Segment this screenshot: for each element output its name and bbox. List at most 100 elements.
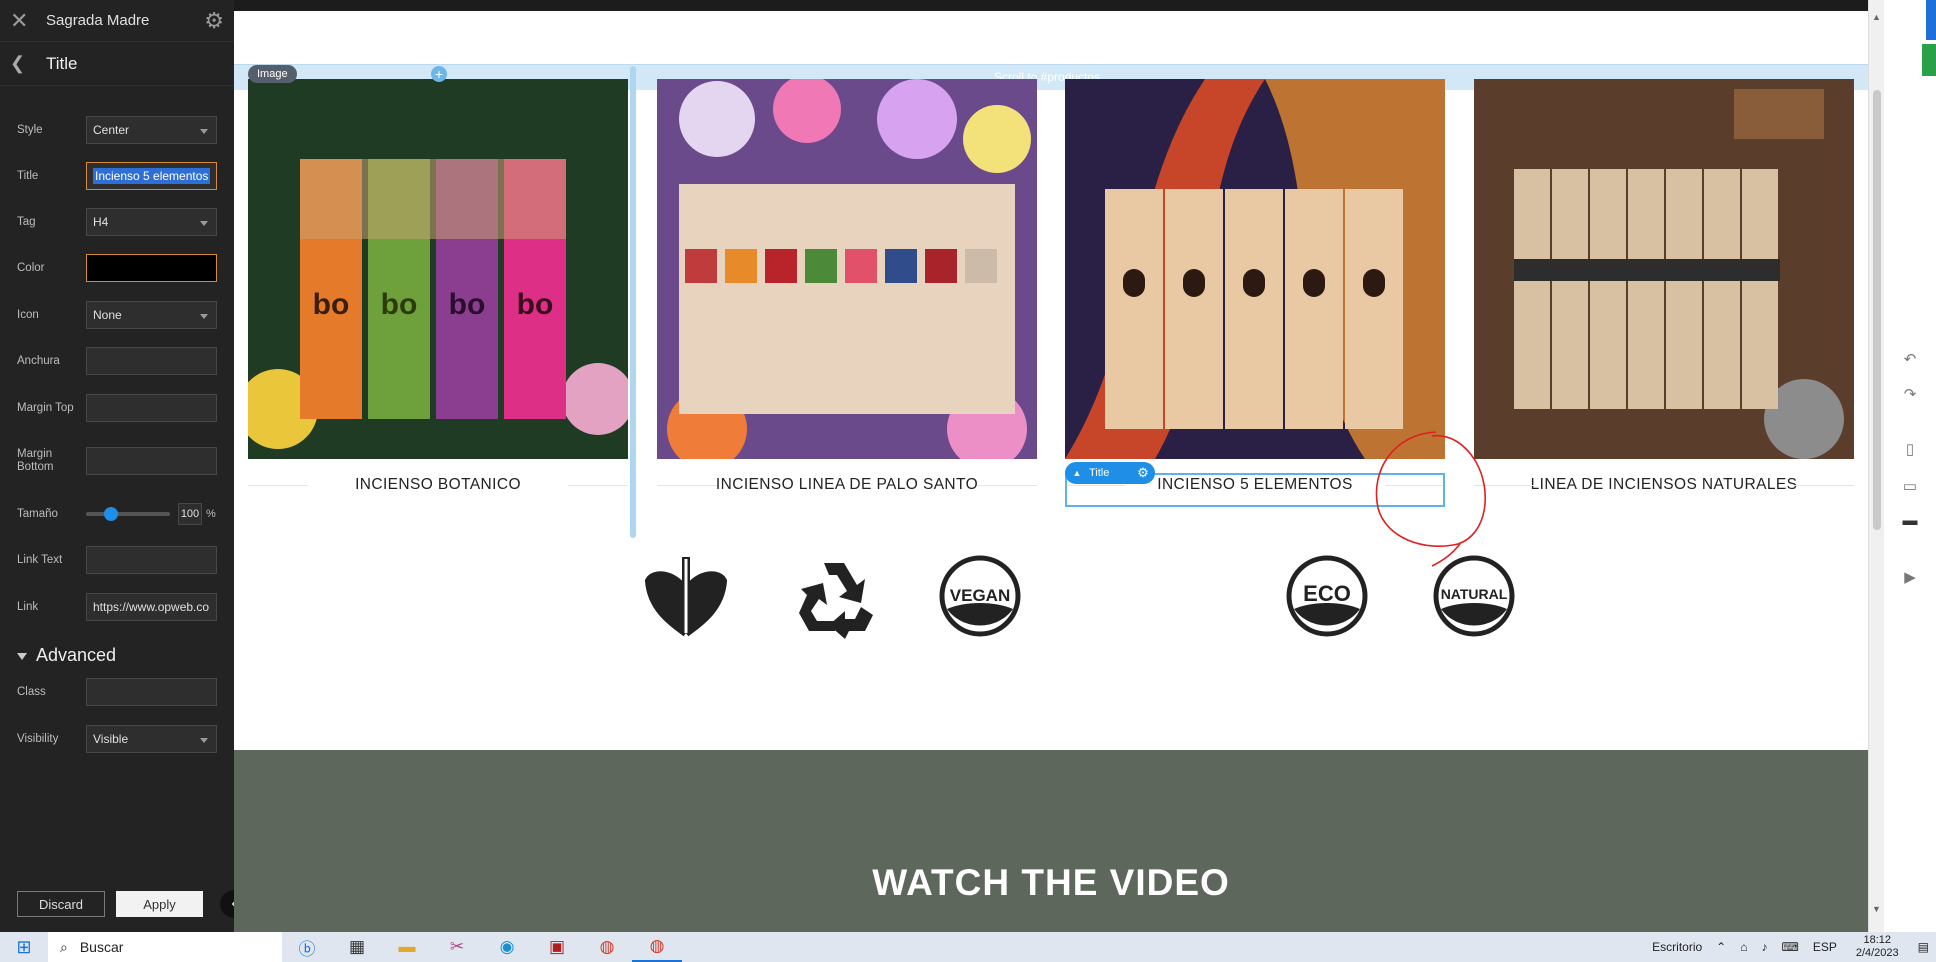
natural-badge-text: NATURAL (1441, 586, 1508, 602)
link-row: Link https://www.opweb.co (17, 592, 217, 622)
gear-icon[interactable]: ⚙ (204, 8, 224, 34)
undo-icon[interactable]: ↶ (1900, 350, 1920, 370)
margin-top-label: Margin Top (17, 401, 74, 414)
slider-knob[interactable] (103, 507, 118, 521)
language-label[interactable]: ESP (1813, 940, 1837, 954)
tag-label: Tag (17, 215, 36, 228)
product-title-4[interactable]: LINEA DE INCIENSOS NATURALES (1474, 476, 1854, 494)
svg-text:bo: bo (449, 288, 486, 321)
desktop-label[interactable]: Escritorio (1652, 940, 1702, 954)
color-swatch[interactable] (86, 254, 217, 282)
natural-badge: NATURAL (1429, 551, 1519, 641)
vegan-badge: VEGAN (935, 551, 1025, 641)
eco-badge: ECO (1282, 551, 1372, 641)
product-image-5-elementos[interactable] (1065, 79, 1445, 459)
windows-taskbar: ⊞ ⌕ Buscar ⓑ ▦ ▬ ✂ ◉ ▣ ◍ ◍ Escritorio ⌃ ⌂… (0, 932, 1936, 962)
windows-start-icon[interactable]: ⊞ (0, 937, 48, 958)
play-icon[interactable]: ▶ (1900, 568, 1920, 588)
class-row: Class (17, 677, 217, 707)
product-image-botanico[interactable]: bo bo bo bo (248, 79, 628, 459)
bing-icon[interactable]: ⓑ (282, 932, 332, 962)
link-text-label: Link Text (17, 553, 63, 566)
scrollbar-thumb[interactable] (1873, 90, 1881, 530)
add-column-icon[interactable]: + (431, 66, 447, 82)
tamano-label: Tamaño (17, 507, 58, 520)
anchura-row: Anchura (17, 346, 217, 376)
red-annotation-circle (1375, 431, 1487, 567)
image-widget-badge[interactable]: Image (248, 65, 297, 83)
mobile-view-icon[interactable]: ▯ (1900, 440, 1920, 460)
tamano-row: Tamaño 100 % (17, 499, 217, 529)
title-input[interactable]: Incienso 5 elementos (86, 162, 217, 190)
system-tray: Escritorio ⌃ ⌂ ♪ ⌨ ESP 18:12 2/4/2023 ▤ (1645, 932, 1936, 962)
eco-badge-text: ECO (1303, 581, 1351, 606)
search-icon: ⌕ (60, 938, 68, 955)
keyboard-icon[interactable]: ⌨ (1781, 940, 1798, 954)
style-select[interactable]: Center (86, 116, 217, 144)
video-section-title: WATCH THE VIDEO (872, 862, 1230, 903)
tamano-slider[interactable] (86, 507, 170, 521)
product-title-1[interactable]: INCIENSO BOTANICO (248, 476, 628, 494)
page-canvas: Scroll to #productos bo bo bo bo Image +… (234, 0, 1868, 932)
visibility-select[interactable]: Visible (86, 725, 217, 753)
apply-button[interactable]: Apply (116, 891, 203, 917)
link-text-input[interactable] (86, 546, 217, 574)
right-tool-strip: ↶ ↷ ▯ ▭ ▬ ▶ (1884, 0, 1936, 932)
edge-browser-icon[interactable]: ◉ (482, 932, 532, 962)
visibility-label: Visibility (17, 732, 59, 745)
snipping-tool-icon[interactable]: ✂ (432, 932, 482, 962)
desktop-view-icon[interactable]: ▬ (1900, 512, 1920, 532)
title-input-value: Incienso 5 elementos (93, 168, 211, 184)
tamano-input[interactable]: 100 (178, 503, 202, 525)
notifications-icon[interactable]: ▤ (1918, 940, 1929, 954)
panel-title: Title (46, 53, 78, 73)
product-image-palo-santo[interactable] (657, 79, 1037, 459)
network-icon[interactable]: ⌂ (1740, 940, 1747, 954)
clock-time: 18:12 (1863, 934, 1891, 946)
link-text-row: Link Text (17, 545, 217, 575)
chrome-icon[interactable]: ◍ (582, 932, 632, 962)
scroll-up-icon[interactable]: ▲ (1872, 12, 1881, 22)
taskbar-search[interactable]: ⌕ Buscar (48, 932, 282, 962)
tray-chevron-icon[interactable]: ⌃ (1716, 940, 1726, 954)
margin-bottom-input[interactable] (86, 447, 217, 475)
canvas-top-edge (234, 0, 1868, 11)
recycle-icon (799, 563, 873, 639)
gear-icon[interactable]: ⚙ (1131, 465, 1155, 481)
file-explorer-icon[interactable]: ▬ (382, 932, 432, 962)
margin-bottom-row: Margin Bottom (17, 446, 217, 476)
icon-select[interactable]: None (86, 301, 217, 329)
canvas-scrollbar[interactable]: ▲ ▼ (1868, 0, 1884, 932)
app-icon[interactable]: ▣ (532, 932, 582, 962)
chevron-up-icon[interactable]: ▲ (1065, 468, 1089, 478)
chevron-left-icon[interactable]: ❮ (10, 53, 38, 74)
link-label: Link (17, 600, 39, 613)
vegan-badge-art: VEGAN (939, 555, 1021, 637)
anchura-input[interactable] (86, 347, 217, 375)
vegan-badge-text: VEGAN (950, 586, 1010, 605)
advanced-toggle[interactable]: Advanced (17, 645, 116, 666)
margin-top-input[interactable] (86, 394, 217, 422)
close-icon[interactable]: ✕ (10, 8, 38, 34)
title-widget-toolbar[interactable]: ▲ Title ⚙ (1065, 462, 1155, 484)
color-label: Color (17, 261, 45, 274)
svg-text:bo: bo (517, 288, 554, 321)
redo-icon[interactable]: ↷ (1900, 385, 1920, 405)
clock[interactable]: 18:12 2/4/2023 (1856, 934, 1899, 960)
product-image-naturales[interactable] (1474, 79, 1854, 459)
class-input[interactable] (86, 678, 217, 706)
task-view-icon[interactable]: ▦ (332, 932, 382, 962)
product-title-2[interactable]: INCIENSO LINEA DE PALO SANTO (657, 476, 1037, 494)
column-resize-handle[interactable] (630, 66, 636, 538)
chrome-active-icon[interactable]: ◍ (632, 932, 682, 962)
icon-label: Icon (17, 308, 39, 321)
leaf-icon (644, 557, 728, 637)
site-name: Sagrada Madre (46, 12, 150, 29)
discard-button[interactable]: Discard (17, 891, 105, 917)
link-input[interactable]: https://www.opweb.co (86, 593, 217, 621)
tablet-view-icon[interactable]: ▭ (1900, 477, 1920, 497)
scroll-down-icon[interactable]: ▼ (1872, 904, 1881, 914)
volume-icon[interactable]: ♪ (1761, 940, 1767, 954)
tag-row: Tag H4 (17, 207, 217, 237)
tag-select[interactable]: H4 (86, 208, 217, 236)
